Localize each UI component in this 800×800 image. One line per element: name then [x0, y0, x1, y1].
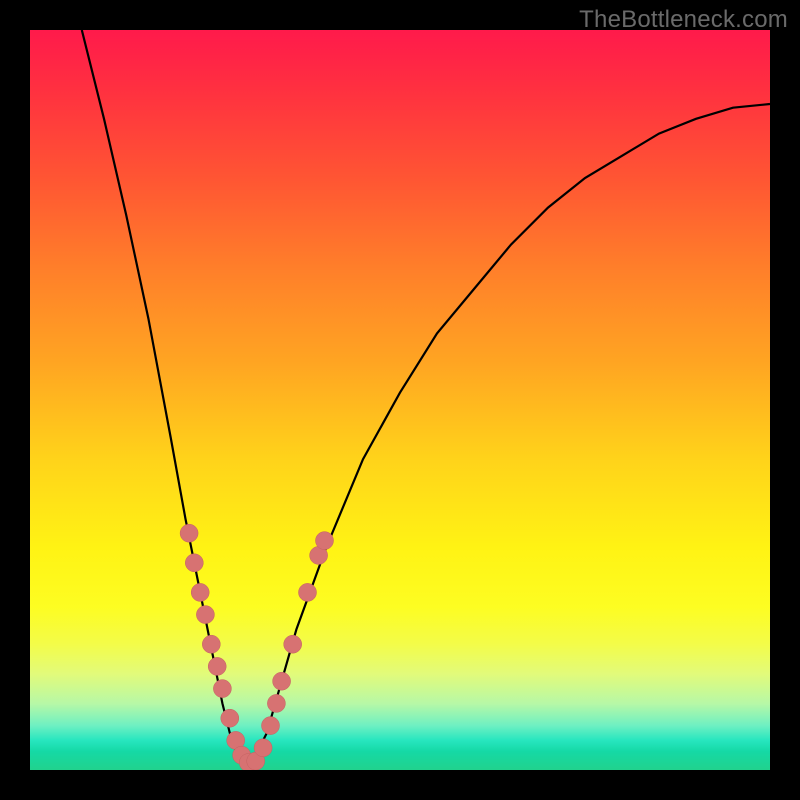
curve-marker: [267, 694, 285, 712]
curve-marker: [185, 554, 203, 572]
curve-marker: [273, 672, 291, 690]
curve-marker: [254, 739, 272, 757]
curve-marker: [202, 635, 220, 653]
curve-marker: [299, 583, 317, 601]
curve-line: [82, 30, 770, 770]
bottleneck-curve-svg: [30, 30, 770, 770]
chart-plot-area: [30, 30, 770, 770]
curve-marker: [191, 583, 209, 601]
curve-markers: [180, 524, 333, 770]
curve-marker: [221, 709, 239, 727]
curve-marker: [196, 606, 214, 624]
curve-marker: [316, 532, 334, 550]
curve-marker: [262, 717, 280, 735]
curve-marker: [180, 524, 198, 542]
curve-marker: [208, 657, 226, 675]
curve-marker: [284, 635, 302, 653]
watermark-text: TheBottleneck.com: [579, 6, 788, 34]
curve-marker: [213, 680, 231, 698]
